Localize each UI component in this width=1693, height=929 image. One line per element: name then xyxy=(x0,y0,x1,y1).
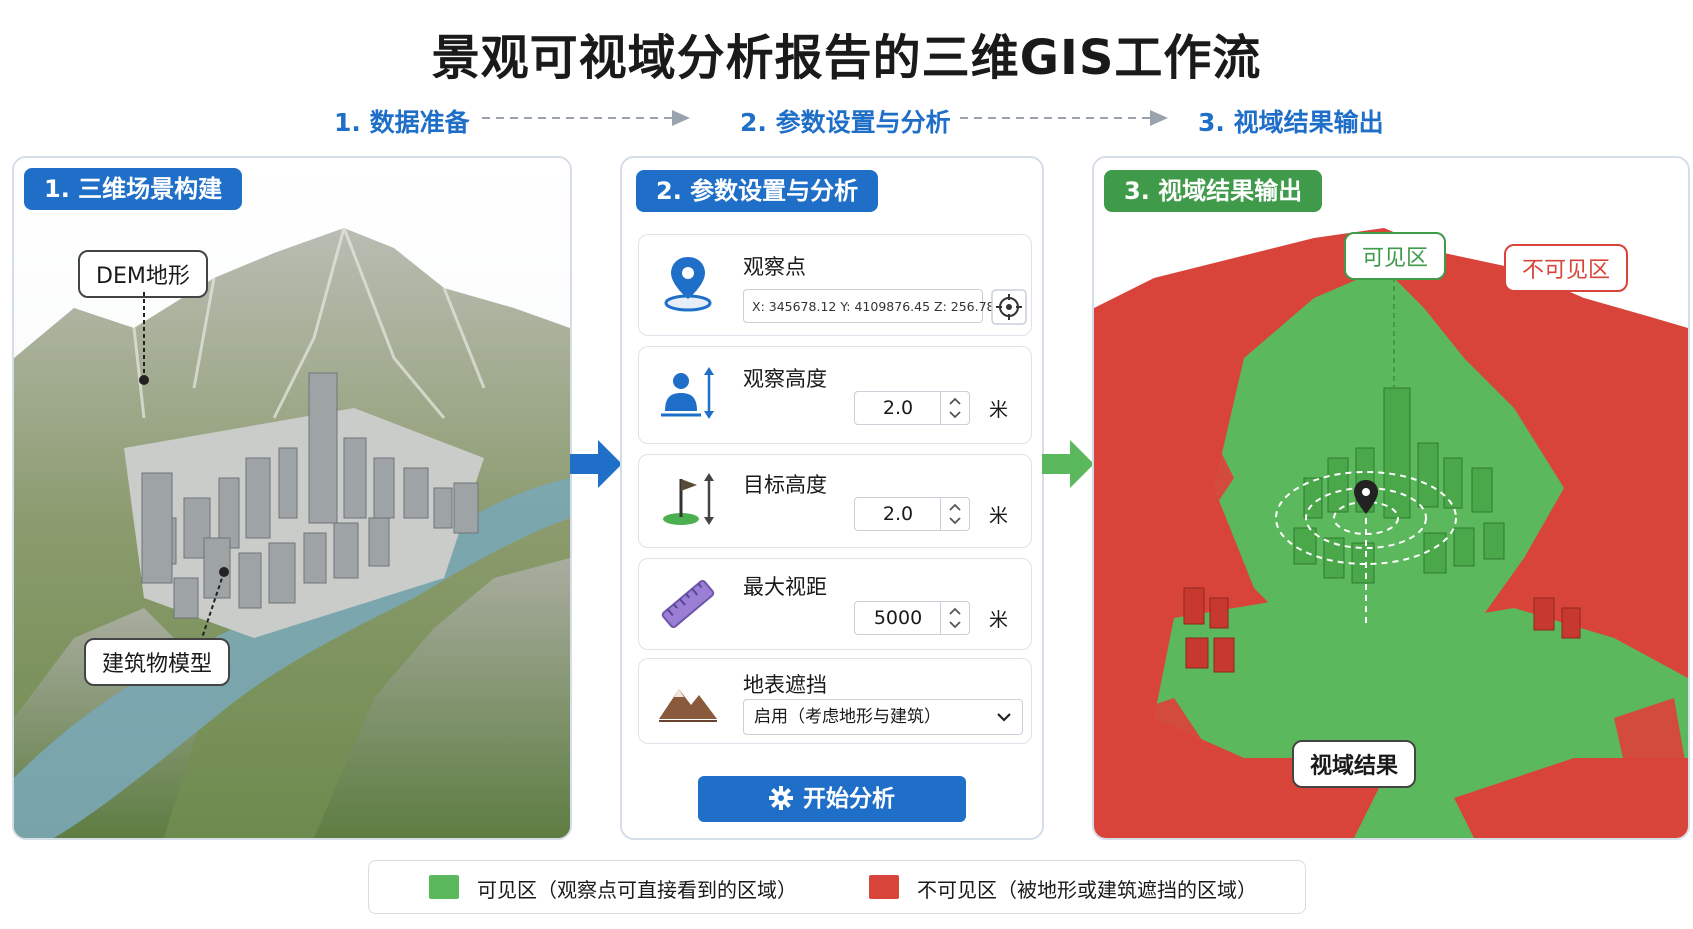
step-2-label: 2. 参数设置与分析 xyxy=(740,108,951,137)
observer-height-unit: 米 xyxy=(989,399,1009,421)
page-title: 景观可视域分析报告的三维GIS工作流 xyxy=(431,30,1262,86)
panel-1-tag: 1. 三维场景构建 xyxy=(24,168,243,210)
viewshed-result-label: 视域结果 xyxy=(1292,740,1417,788)
target-height-card: 目标高度 2.0 米 xyxy=(638,454,1032,548)
step-3-label: 3. 视域结果输出 xyxy=(1198,108,1384,137)
surface-occlusion-card: 地表遮挡 启用（考虑地形与建筑） xyxy=(638,658,1032,744)
observer-height-card: 观察高度 2.0 米 xyxy=(638,346,1032,444)
visible-area-callout: 可见区 xyxy=(1344,232,1447,280)
visible-legend-label: 可见区（观察点可直接看到的区域） xyxy=(477,878,797,902)
surface-occlusion-label: 地表遮挡 xyxy=(743,673,827,697)
arrow-right-icon xyxy=(1042,440,1094,488)
max-distance-value: 5000 xyxy=(873,607,923,629)
spinner-arrows-icon[interactable] xyxy=(940,392,969,424)
observer-height-value: 2.0 xyxy=(882,397,914,419)
legend: 可见区（观察点可直接看到的区域） 不可见区（被地形或建筑遮挡的区域） xyxy=(368,860,1306,914)
crosshair-target-icon[interactable] xyxy=(991,289,1027,325)
step-1-label: 1. 数据准备 xyxy=(334,108,470,137)
max-distance-label: 最大视距 xyxy=(743,575,827,599)
chevron-down-icon xyxy=(997,713,1011,722)
result-panel: 3. 视域结果输出 可见区 不可见区 视域结果 xyxy=(1092,156,1690,840)
dashed-arrow-icon xyxy=(960,110,1168,126)
panel-3-tag: 3. 视域结果输出 xyxy=(1104,170,1323,212)
max-distance-input[interactable]: 5000 xyxy=(854,601,970,635)
gear-icon xyxy=(769,786,793,810)
location-pin-icon xyxy=(664,257,712,312)
observer-point-card: 观察点 X: 345678.12 Y: 4109876.45 Z: 256.78 xyxy=(638,234,1032,336)
target-height-value: 2.0 xyxy=(882,503,914,525)
observer-point-label: 观察点 xyxy=(743,255,806,279)
visible-legend-swatch xyxy=(429,875,459,899)
invisible-legend-label: 不可见区（被地形或建筑遮挡的区域） xyxy=(917,878,1257,902)
panel-2-tag: 2. 参数设置与分析 xyxy=(636,170,879,212)
dem-callout-pointer xyxy=(139,292,149,385)
arrow-right-icon xyxy=(570,440,622,488)
building-model-callout: 建筑物模型 xyxy=(84,638,231,686)
observer-coordinates-field[interactable]: X: 345678.12 Y: 4109876.45 Z: 256.78 xyxy=(743,289,995,323)
spinner-arrows-icon[interactable] xyxy=(940,498,969,530)
max-distance-card: 最大视距 5000 米 xyxy=(638,558,1032,650)
scene-panel: 1. 三维场景构建 DEM地形 建筑物模型 xyxy=(12,156,572,840)
building-callout-pointer xyxy=(199,567,229,645)
invisible-area-callout: 不可见区 xyxy=(1504,244,1629,292)
invisible-legend-swatch xyxy=(869,875,899,899)
target-height-label: 目标高度 xyxy=(743,473,827,497)
person-height-icon xyxy=(661,367,714,419)
flag-height-icon xyxy=(663,473,714,525)
dem-terrain-callout: DEM地形 xyxy=(78,250,208,298)
observer-height-input[interactable]: 2.0 xyxy=(854,391,970,425)
dashed-arrow-icon xyxy=(482,110,690,126)
observer-height-label: 观察高度 xyxy=(743,367,827,391)
target-height-input[interactable]: 2.0 xyxy=(854,497,970,531)
mountain-icon xyxy=(659,689,717,722)
surface-occlusion-select[interactable]: 启用（考虑地形与建筑） xyxy=(743,699,1023,735)
ruler-icon xyxy=(661,579,715,629)
parameters-panel: 2. 参数设置与分析 观察点 X: 345678.12 Y: 4109876.4… xyxy=(620,156,1044,840)
spinner-arrows-icon[interactable] xyxy=(940,602,969,634)
max-distance-unit: 米 xyxy=(989,609,1009,631)
start-analysis-button[interactable]: 开始分析 xyxy=(698,776,966,822)
target-height-unit: 米 xyxy=(989,505,1009,527)
surface-occlusion-value: 启用（考虑地形与建筑） xyxy=(754,707,941,727)
start-analysis-label: 开始分析 xyxy=(803,786,895,812)
